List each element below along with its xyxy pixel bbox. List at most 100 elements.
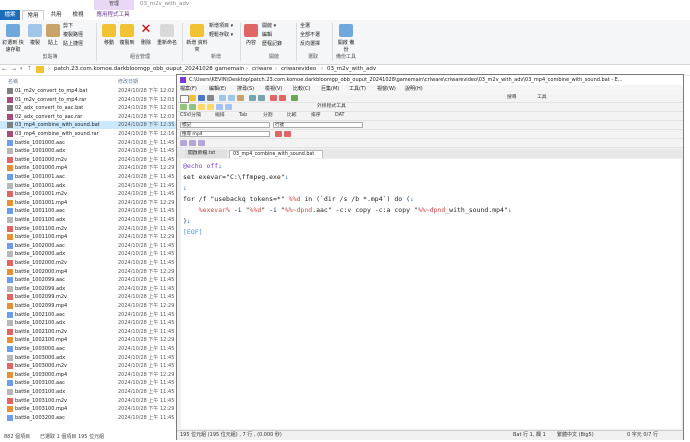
- list-item[interactable]: battle_1001001.adx 2024/10/28 上午 11:45: [0, 182, 176, 190]
- list-item[interactable]: 02_adx_convert_to_aac.rar 2024/10/28 下午 1…: [0, 113, 176, 121]
- menu-file[interactable]: 檔案(F): [180, 85, 197, 94]
- sort-button[interactable]: 排序: [311, 112, 321, 120]
- bookmark-icon[interactable]: [189, 140, 196, 146]
- tab-file[interactable]: 檔案: [0, 10, 20, 20]
- list-item[interactable]: battle_1002000.aac 2024/10/28 上午 11:45: [0, 242, 176, 250]
- list-item[interactable]: battle_1002100.m2v 2024/10/28 上午 11:45: [0, 328, 176, 336]
- list-item[interactable]: battle_1002099.mp4 2024/10/28 下午 12:29: [0, 302, 176, 310]
- bookmark-icon[interactable]: [180, 140, 187, 146]
- column-header-name[interactable]: 名稱: [8, 78, 18, 85]
- open-folder-icon[interactable]: [189, 95, 196, 101]
- list-item[interactable]: battle_1003100.mp4 2024/10/28 下午 12:29: [0, 405, 176, 413]
- menu-help[interactable]: 說明(H): [405, 85, 423, 94]
- plugin-icon[interactable]: [216, 104, 223, 110]
- bookmark-icon[interactable]: [198, 140, 205, 146]
- forward-arrow-icon[interactable]: →: [11, 66, 16, 73]
- copy-to-button[interactable]: 複製到: [118, 24, 136, 46]
- plugin-icon[interactable]: [207, 104, 214, 110]
- open-backup-button[interactable]: 開啟 備份: [336, 24, 356, 53]
- list-item[interactable]: battle_1003100.m2v 2024/10/28 上午 11:45: [0, 397, 176, 405]
- list-item[interactable]: battle_1001100.m2v 2024/10/28 上午 11:45: [0, 225, 176, 233]
- move-to-button[interactable]: 移動: [100, 24, 118, 46]
- context-tab-manage[interactable]: 管理: [94, 0, 134, 10]
- list-item[interactable]: battle_1003100.aac 2024/10/28 上午 11:45: [0, 379, 176, 387]
- history-button[interactable]: 歷程記錄: [262, 40, 292, 47]
- line-number-select[interactable]: 行號: [273, 122, 363, 128]
- list-item[interactable]: 03_mp4_combine_with_sound.bat 2024/10/28 …: [0, 121, 176, 130]
- compare-button[interactable]: 比較: [287, 112, 297, 120]
- chevron-down-icon[interactable]: ▾: [20, 66, 23, 72]
- copy-path-button[interactable]: 複製路徑: [63, 31, 93, 38]
- menu-window[interactable]: 視窗(W): [377, 85, 396, 94]
- editor-tab-bat[interactable]: 03_mp4_combine_with_sound.bat: [229, 150, 323, 158]
- new-item-dropdown[interactable]: 新增項目 ▾: [209, 22, 239, 29]
- editor-tab-new[interactable]: 開啟新檔.txt: [185, 150, 227, 158]
- list-item[interactable]: 01_m2v_convert_to_mp4.bat 2024/10/28 下午 1…: [0, 87, 176, 95]
- encoding-indicator[interactable]: 繁體中文 (Big5): [557, 431, 594, 440]
- list-item[interactable]: battle_1001001.mp4 2024/10/28 下午 12:29: [0, 199, 176, 207]
- column-header-date[interactable]: 修改日期: [118, 78, 138, 85]
- toolbar-tools-label[interactable]: 工具: [537, 94, 547, 102]
- plugin-icon[interactable]: [198, 104, 205, 110]
- pin-quick-access-button[interactable]: 釘選到 快速存取: [2, 24, 24, 53]
- easy-access-dropdown[interactable]: 輕鬆存取 ▾: [209, 31, 239, 38]
- tab-view[interactable]: 檢視: [68, 10, 88, 20]
- list-item[interactable]: battle_1002000.adx 2024/10/28 上午 11:45: [0, 250, 176, 258]
- back-arrow-icon[interactable]: ←: [2, 66, 7, 73]
- compare-icon[interactable]: [291, 95, 298, 101]
- indent-button[interactable]: 縮排: [215, 112, 225, 120]
- search-prev-icon[interactable]: [284, 131, 291, 137]
- list-item[interactable]: battle_1002100.mp4 2024/10/28 下午 12:29: [0, 336, 176, 344]
- list-item[interactable]: battle_1001000.mp4 2024/10/28 下午 12:29: [0, 164, 176, 172]
- open-dropdown[interactable]: 開啟 ▾: [262, 22, 292, 29]
- plugin-icon[interactable]: [189, 104, 196, 110]
- list-item[interactable]: battle_1001001.aac 2024/10/28 上午 11:45: [0, 173, 176, 181]
- workspace-label[interactable]: 外掛程式工具: [317, 103, 346, 111]
- menu-macro[interactable]: 巨集(M): [321, 85, 339, 94]
- menu-search[interactable]: 搜尋(S): [237, 85, 254, 94]
- list-item[interactable]: 03_mp4_combine_with_sound.rar 2024/10/28 …: [0, 130, 176, 138]
- list-item[interactable]: battle_1002000.mp4 2024/10/28 下午 12:29: [0, 268, 176, 276]
- find-icon[interactable]: [270, 95, 277, 101]
- plugin-icon[interactable]: [180, 104, 187, 110]
- list-item[interactable]: battle_1002100.adx 2024/10/28 上午 11:45: [0, 319, 176, 327]
- delete-button[interactable]: ✕ 刪除: [138, 23, 154, 46]
- select-none-button[interactable]: 全部不選: [300, 31, 330, 38]
- cut-icon[interactable]: [219, 95, 226, 101]
- menu-edit[interactable]: 編輯(E): [209, 85, 226, 94]
- tab-button[interactable]: Tab: [239, 112, 247, 120]
- plugin-icon[interactable]: [225, 104, 232, 110]
- list-item[interactable]: battle_1003000.m2v 2024/10/28 上午 11:45: [0, 362, 176, 370]
- list-item[interactable]: battle_1002099.m2v 2024/10/28 上午 11:45: [0, 293, 176, 301]
- new-folder-button[interactable]: 新增 資料夾: [186, 24, 208, 53]
- list-item[interactable]: battle_1002099.adx 2024/10/28 上午 11:45: [0, 285, 176, 293]
- split-button[interactable]: 分割: [263, 112, 273, 120]
- invert-selection-button[interactable]: 反向選擇: [300, 40, 330, 47]
- list-item[interactable]: battle_1001100.mp4 2024/10/28 下午 12:29: [0, 233, 176, 241]
- search-input[interactable]: 搜尋 mp4: [180, 131, 270, 137]
- csv-mode-label[interactable]: CSV/分隔: [180, 112, 201, 120]
- rename-button[interactable]: 重新命名: [156, 24, 178, 46]
- dat-button[interactable]: DAT: [335, 112, 344, 120]
- list-item[interactable]: battle_1002000.m2v 2024/10/28 上午 11:45: [0, 259, 176, 267]
- undo-icon[interactable]: [249, 95, 256, 101]
- tab-app-tools[interactable]: 應用程式工具: [92, 10, 134, 20]
- list-item[interactable]: battle_1001000.adx 2024/10/28 上午 11:45: [0, 147, 176, 155]
- list-item[interactable]: battle_1001001.m2v 2024/10/28 上午 11:45: [0, 190, 176, 198]
- tab-home[interactable]: 常用: [22, 10, 44, 20]
- list-item[interactable]: battle_1001000.m2v 2024/10/28 上午 11:45: [0, 156, 176, 164]
- list-item[interactable]: battle_1003000.adx 2024/10/28 上午 11:45: [0, 354, 176, 362]
- cut-button[interactable]: 剪下: [63, 22, 93, 29]
- list-item[interactable]: battle_1003000.mp4 2024/10/28 下午 12:29: [0, 371, 176, 379]
- edit-button[interactable]: 編輯: [262, 31, 292, 38]
- paste-icon[interactable]: [237, 95, 244, 101]
- list-item[interactable]: battle_1003000.aac 2024/10/28 上午 11:45: [0, 345, 176, 353]
- breadcrumb-gamemain[interactable]: gamemain: [215, 66, 244, 72]
- properties-button[interactable]: 內容: [243, 24, 259, 46]
- redo-icon[interactable]: [258, 95, 265, 101]
- menu-tools[interactable]: 工具(T): [349, 85, 366, 94]
- toolbar-search-label[interactable]: 搜尋: [507, 94, 517, 102]
- paste-button[interactable]: 貼上: [44, 24, 62, 46]
- list-item[interactable]: battle_1002099.aac 2024/10/28 上午 11:45: [0, 276, 176, 284]
- list-item[interactable]: 01_m2v_convert_to_mp4.rar 2024/10/28 下午 1…: [0, 96, 176, 104]
